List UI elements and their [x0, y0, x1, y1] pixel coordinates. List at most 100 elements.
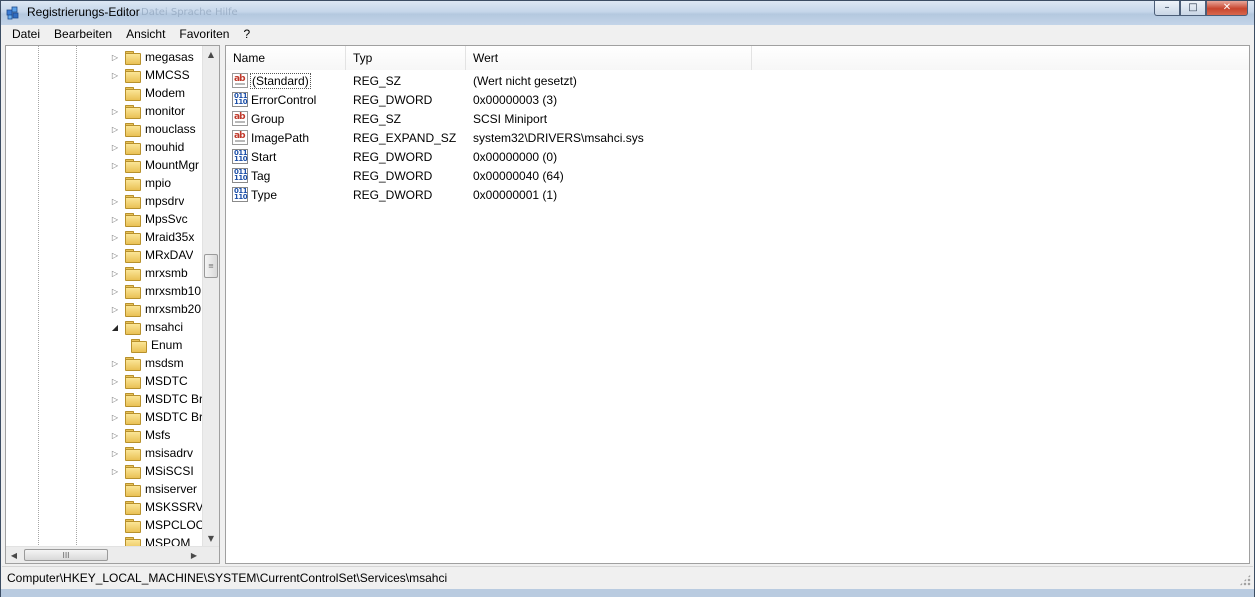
value-row-group[interactable]: ab Group REG_SZ SCSI Miniport	[226, 109, 826, 128]
tree-item-msdtc-bri[interactable]: ▷ MSDTC Bri	[110, 390, 203, 408]
tree-item-msdsm[interactable]: ▷ msdsm	[110, 354, 184, 372]
expand-arrow-icon[interactable]: ▷	[110, 412, 120, 422]
list-header: Name Typ Wert	[226, 46, 1249, 70]
value-row-errorcontrol[interactable]: 011 110 ErrorControl REG_DWORD 0x00000003 (…	[226, 90, 826, 109]
resize-grip-icon[interactable]	[1239, 574, 1251, 586]
expand-arrow-icon[interactable]: ▷	[110, 232, 120, 242]
scroll-down-arrow-icon[interactable]: ▼	[203, 530, 219, 546]
tree-item-msdtc[interactable]: ▷ MSDTC	[110, 372, 188, 390]
close-button[interactable]: ✕	[1206, 1, 1248, 16]
tree-item-enum[interactable]: Enum	[130, 336, 182, 354]
expand-arrow-icon[interactable]: ▷	[110, 448, 120, 458]
tree-item-mountmgr[interactable]: ▷ MountMgr	[110, 156, 199, 174]
expand-arrow-icon[interactable]: ▷	[110, 358, 120, 368]
tree-item-monitor[interactable]: ▷ monitor	[110, 102, 185, 120]
folder-icon	[124, 356, 141, 371]
tree-item-mskssrv[interactable]: MSKSSRV	[110, 498, 203, 516]
expand-arrow-icon[interactable]: ▷	[110, 466, 120, 476]
expand-arrow-icon[interactable]: ▷	[110, 160, 120, 170]
menu-datei[interactable]: Datei	[2, 25, 47, 44]
scroll-right-arrow-icon[interactable]: ▶	[186, 547, 202, 563]
value-data-cell: 0x00000000 (0)	[473, 149, 558, 164]
value-data-cell: (Wert nicht gesetzt)	[473, 73, 577, 88]
tree-item-modem[interactable]: Modem	[110, 84, 185, 102]
expand-arrow-icon[interactable]: ▷	[110, 70, 120, 80]
tree-item-mpio[interactable]: mpio	[110, 174, 171, 192]
expand-arrow-icon[interactable]: ▷	[110, 106, 120, 116]
tree-horizontal-scrollbar[interactable]: ◀ III ▶	[6, 546, 219, 563]
tree-item-mpssvc[interactable]: ▷ MpsSvc	[110, 210, 188, 228]
value-name: Tag	[251, 168, 271, 183]
binary-value-icon: 011 110	[232, 92, 248, 107]
tree-item-msiscsi[interactable]: ▷ MSiSCSI	[110, 462, 194, 480]
tree-item-msisadrv[interactable]: ▷ msisadrv	[110, 444, 193, 462]
tree-item-msiserver[interactable]: msiserver	[110, 480, 197, 498]
value-row-imagepath[interactable]: ab ImagePath REG_EXPAND_SZ system32\DRIVERS…	[226, 128, 826, 147]
value-name: (Standard)	[250, 72, 311, 89]
tree-item-mouclass[interactable]: ▷ mouclass	[110, 120, 196, 138]
value-row-standard[interactable]: ab (Standard) REG_SZ (Wert nicht gesetzt)	[226, 71, 826, 90]
tree-item-mspclock[interactable]: MSPCLOCK	[110, 516, 203, 534]
string-value-icon: ab	[232, 111, 248, 126]
tree-item-msahci[interactable]: ◢ msahci	[110, 318, 183, 336]
tree-item-label: mouclass	[145, 122, 196, 136]
menu-favoriten[interactable]: Favoriten	[172, 25, 236, 44]
collapse-arrow-icon[interactable]: ◢	[110, 322, 120, 332]
tree-horizontal-scroll-thumb[interactable]: III	[24, 549, 108, 561]
maximize-button[interactable]: □	[1180, 1, 1206, 16]
tree-item-mraid35x[interactable]: ▷ Mraid35x	[110, 228, 194, 246]
title-bar[interactable]: Datei Sprache Hilfe Registrierungs-Edito…	[1, 1, 1254, 25]
expand-arrow-icon[interactable]: ▷	[110, 52, 120, 62]
tree-vertical-scrollbar[interactable]: ▲ ≡ ▼	[202, 46, 219, 546]
menu-ansicht[interactable]: Ansicht	[119, 25, 172, 44]
expand-arrow-icon[interactable]: ▷	[110, 124, 120, 134]
tree-item-label: Enum	[151, 338, 183, 352]
value-icon-glyph: 011 110	[234, 168, 248, 182]
tree-item-mouhid[interactable]: ▷ mouhid	[110, 138, 184, 156]
values-list-pane[interactable]: Name Typ Wert ab (Standard) REG_SZ (Wert ni…	[225, 45, 1250, 564]
value-row-type[interactable]: 011 110 Type REG_DWORD 0x00000001 (1)	[226, 185, 826, 204]
value-type-cell: REG_SZ	[353, 73, 402, 88]
value-name-cell: ab (Standard)	[226, 72, 346, 89]
expand-arrow-icon[interactable]: ▷	[110, 286, 120, 296]
tree-item-mrxsmb[interactable]: ▷ mrxsmb	[110, 264, 188, 282]
value-row-start[interactable]: 011 110 Start REG_DWORD 0x00000000 (0)	[226, 147, 826, 166]
folder-icon	[124, 122, 141, 137]
column-header-type[interactable]: Typ	[346, 46, 466, 70]
expand-arrow-icon[interactable]: ▷	[110, 268, 120, 278]
column-header-name[interactable]: Name	[226, 46, 346, 70]
tree-item-msfs[interactable]: ▷ Msfs	[110, 426, 170, 444]
menu-help[interactable]: ?	[236, 25, 257, 44]
expand-arrow-icon[interactable]: ▷	[110, 196, 120, 206]
tree-item-label: Mraid35x	[145, 230, 195, 244]
expand-arrow-icon[interactable]: ▷	[110, 142, 120, 152]
tree-item-megasas[interactable]: ▷ megasas	[110, 48, 194, 66]
tree-item-mrxdav[interactable]: ▷ MRxDAV	[110, 246, 193, 264]
scroll-left-arrow-icon[interactable]: ◀	[6, 547, 22, 563]
column-header-data[interactable]: Wert	[466, 46, 752, 70]
tree-item-mpsdrv[interactable]: ▷ mpsdrv	[110, 192, 184, 210]
value-row-tag[interactable]: 011 110 Tag REG_DWORD 0x00000040 (64)	[226, 166, 826, 185]
tree-item-msdtc-bri[interactable]: ▷ MSDTC Bri	[110, 408, 203, 426]
menu-bearbeiten[interactable]: Bearbeiten	[47, 25, 119, 44]
key-tree-pane[interactable]: ▷ megasas ▷ MMCSS Modem ▷ monitor ▷ mouclass ▷ mou…	[5, 45, 220, 564]
expand-arrow-icon[interactable]: ▷	[110, 376, 120, 386]
status-path: Computer\HKEY_LOCAL_MACHINE\SYSTEM\Curre…	[7, 571, 448, 585]
expand-arrow-icon[interactable]: ▷	[110, 214, 120, 224]
status-bar: Computer\HKEY_LOCAL_MACHINE\SYSTEM\Curre…	[2, 566, 1253, 588]
minimize-button[interactable]: –	[1154, 1, 1180, 16]
value-type-cell: REG_DWORD	[353, 92, 433, 107]
tree-item-mrxsmb10[interactable]: ▷ mrxsmb10	[110, 282, 201, 300]
folder-icon	[124, 266, 141, 281]
expand-arrow-icon[interactable]: ▷	[110, 430, 120, 440]
expand-arrow-icon[interactable]: ▷	[110, 250, 120, 260]
tree-item-label: MMCSS	[145, 68, 190, 82]
folder-icon	[124, 284, 141, 299]
scroll-up-arrow-icon[interactable]: ▲	[203, 46, 219, 62]
tree-item-mmcss[interactable]: ▷ MMCSS	[110, 66, 190, 84]
tree-item-mrxsmb20[interactable]: ▷ mrxsmb20	[110, 300, 201, 318]
tree-item-label: megasas	[145, 50, 194, 64]
expand-arrow-icon[interactable]: ▷	[110, 394, 120, 404]
tree-vertical-scroll-thumb[interactable]: ≡	[204, 254, 218, 278]
expand-arrow-icon[interactable]: ▷	[110, 304, 120, 314]
